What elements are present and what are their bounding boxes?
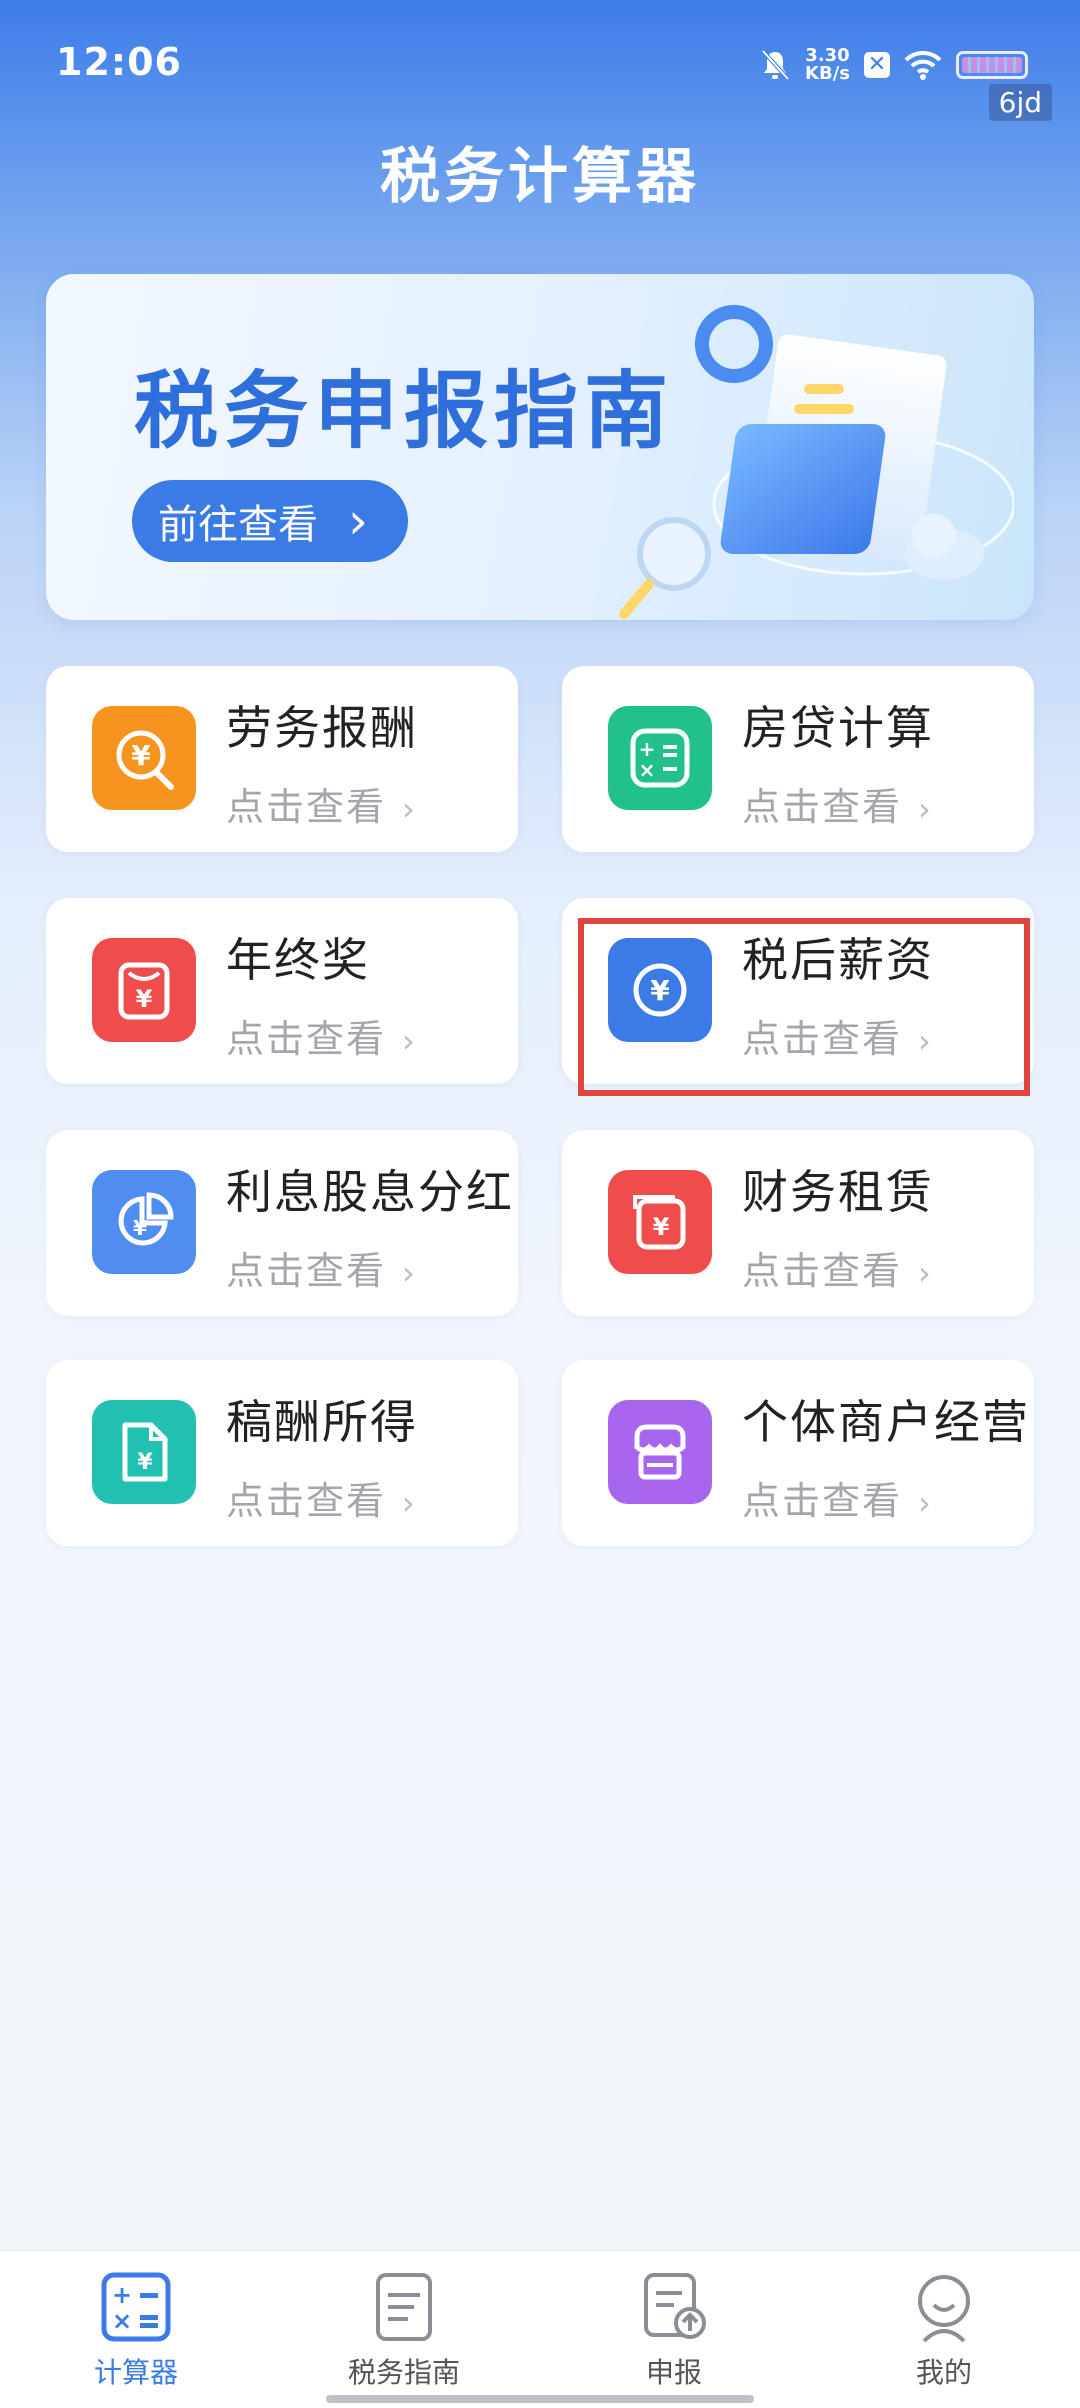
tab-declare[interactable]: 申报 [584, 2269, 764, 2399]
tab-profile[interactable]: 我的 [854, 2269, 1034, 2399]
card-title: 个体商户经营 [742, 1395, 1030, 1449]
card-royalty-income[interactable]: ¥ 稿酬所得 点击查看 › [46, 1360, 518, 1546]
card-financial-lease[interactable]: ¥ 财务租赁 点击查看 › [562, 1130, 1034, 1316]
chevron-right-icon: › [402, 1022, 417, 1060]
bonus-icon: ¥ [92, 938, 196, 1042]
tab-label: 我的 [915, 2356, 972, 2389]
card-subtitle: 点击查看 › [226, 785, 417, 829]
tab-tax-guide[interactable]: 税务指南 [314, 2269, 494, 2399]
card-subtitle: 点击查看 › [226, 1479, 417, 1523]
folder-illustration-icon [619, 305, 1014, 619]
card-after-tax-salary[interactable]: ¥ 税后薪资 点击查看 › [562, 898, 1034, 1084]
document-yuan-icon: ¥ [92, 1400, 196, 1504]
profile-icon [918, 2275, 970, 2343]
lease-icon: ¥ [608, 1170, 712, 1274]
card-year-end-bonus[interactable]: ¥ 年终奖 点击查看 › [46, 898, 518, 1084]
tab-calculator[interactable]: + × 计算器 [46, 2269, 226, 2399]
chevron-right-icon: › [918, 790, 933, 828]
declare-icon [644, 2273, 706, 2339]
banner-view-button[interactable]: 前往查看 › [132, 480, 408, 562]
status-time: 12:06 [56, 40, 182, 84]
card-title: 税后薪资 [742, 933, 934, 987]
card-title: 年终奖 [226, 933, 370, 987]
calculator-icon: +× [101, 2272, 171, 2342]
status-icons: 3.30 KB/s ✕ [759, 40, 1028, 90]
card-title: 稿酬所得 [226, 1395, 418, 1449]
labor-payment-icon: ¥ [92, 706, 196, 810]
card-subtitle: 点击查看 › [742, 1017, 933, 1061]
page-title: 税务计算器 [380, 142, 700, 212]
calculator-icon: +× [608, 706, 712, 810]
network-speed-unit: KB/s [805, 63, 850, 84]
bell-off-icon [761, 49, 790, 81]
guide-icon [376, 2273, 432, 2341]
svg-text:¥: ¥ [650, 974, 670, 1007]
tab-label: 税务指南 [347, 2356, 460, 2389]
svg-text:+: + [112, 2281, 132, 2309]
svg-text:¥: ¥ [137, 1450, 153, 1475]
card-mortgage-calc[interactable]: + × 房贷计算 点击查看 › [562, 666, 1034, 852]
svg-text:¥: ¥ [653, 1213, 670, 1241]
svg-text:×: × [112, 2307, 132, 2335]
banner-title: 税务申报指南 [134, 362, 675, 460]
tab-label: 申报 [645, 2356, 702, 2389]
yuan-coin-icon: ¥ [608, 938, 712, 1042]
chevron-right-icon: › [348, 492, 368, 550]
chevron-right-icon: › [918, 1022, 933, 1060]
card-title: 房贷计算 [742, 701, 934, 755]
network-speed: 3.30 KB/s [805, 47, 850, 83]
tax-guide-banner[interactable]: 税务申报指南 前往查看 › [46, 274, 1034, 620]
carrier-tag: 6jd [988, 84, 1052, 121]
card-subtitle: 点击查看 › [742, 1249, 933, 1293]
card-labor-payment[interactable]: ¥ 劳务报酬 点击查看 › [46, 666, 518, 852]
status-bar: 12:06 3.30 KB/s ✕ 6jd [0, 0, 1080, 121]
chevron-right-icon: › [402, 790, 417, 828]
card-subtitle: 点击查看 › [742, 1479, 933, 1523]
tab-label: 计算器 [93, 2356, 178, 2389]
store-icon [608, 1400, 712, 1504]
card-subtitle: 点击查看 › [226, 1017, 417, 1061]
card-subtitle: 点击查看 › [226, 1249, 417, 1293]
card-title: 劳务报酬 [226, 701, 418, 755]
svg-text:¥: ¥ [133, 1216, 147, 1240]
card-title: 财务租赁 [742, 1165, 934, 1219]
card-interest-dividend[interactable]: ¥ 利息股息分红 点击查看 › [46, 1130, 518, 1316]
banner-button-label: 前往查看 [158, 502, 318, 548]
svg-text:¥: ¥ [136, 985, 153, 1013]
battery-icon [956, 51, 1028, 79]
chevron-right-icon: › [402, 1254, 417, 1292]
sim-icon: ✕ [864, 52, 890, 78]
pie-yuan-icon: ¥ [92, 1170, 196, 1274]
home-indicator[interactable] [326, 2395, 754, 2403]
chevron-right-icon: › [918, 1254, 933, 1292]
svg-text:¥: ¥ [131, 739, 151, 772]
bottom-nav: + × 计算器 税务指南 申报 我的 [0, 2250, 1080, 2408]
wifi-icon [904, 50, 942, 80]
card-individual-business[interactable]: 个体商户经营 点击查看 › [562, 1360, 1034, 1546]
card-subtitle: 点击查看 › [742, 785, 933, 829]
chevron-right-icon: › [402, 1484, 417, 1522]
chevron-right-icon: › [918, 1484, 933, 1522]
svg-text:×: × [639, 758, 656, 782]
card-title: 利息股息分红 [226, 1165, 514, 1219]
